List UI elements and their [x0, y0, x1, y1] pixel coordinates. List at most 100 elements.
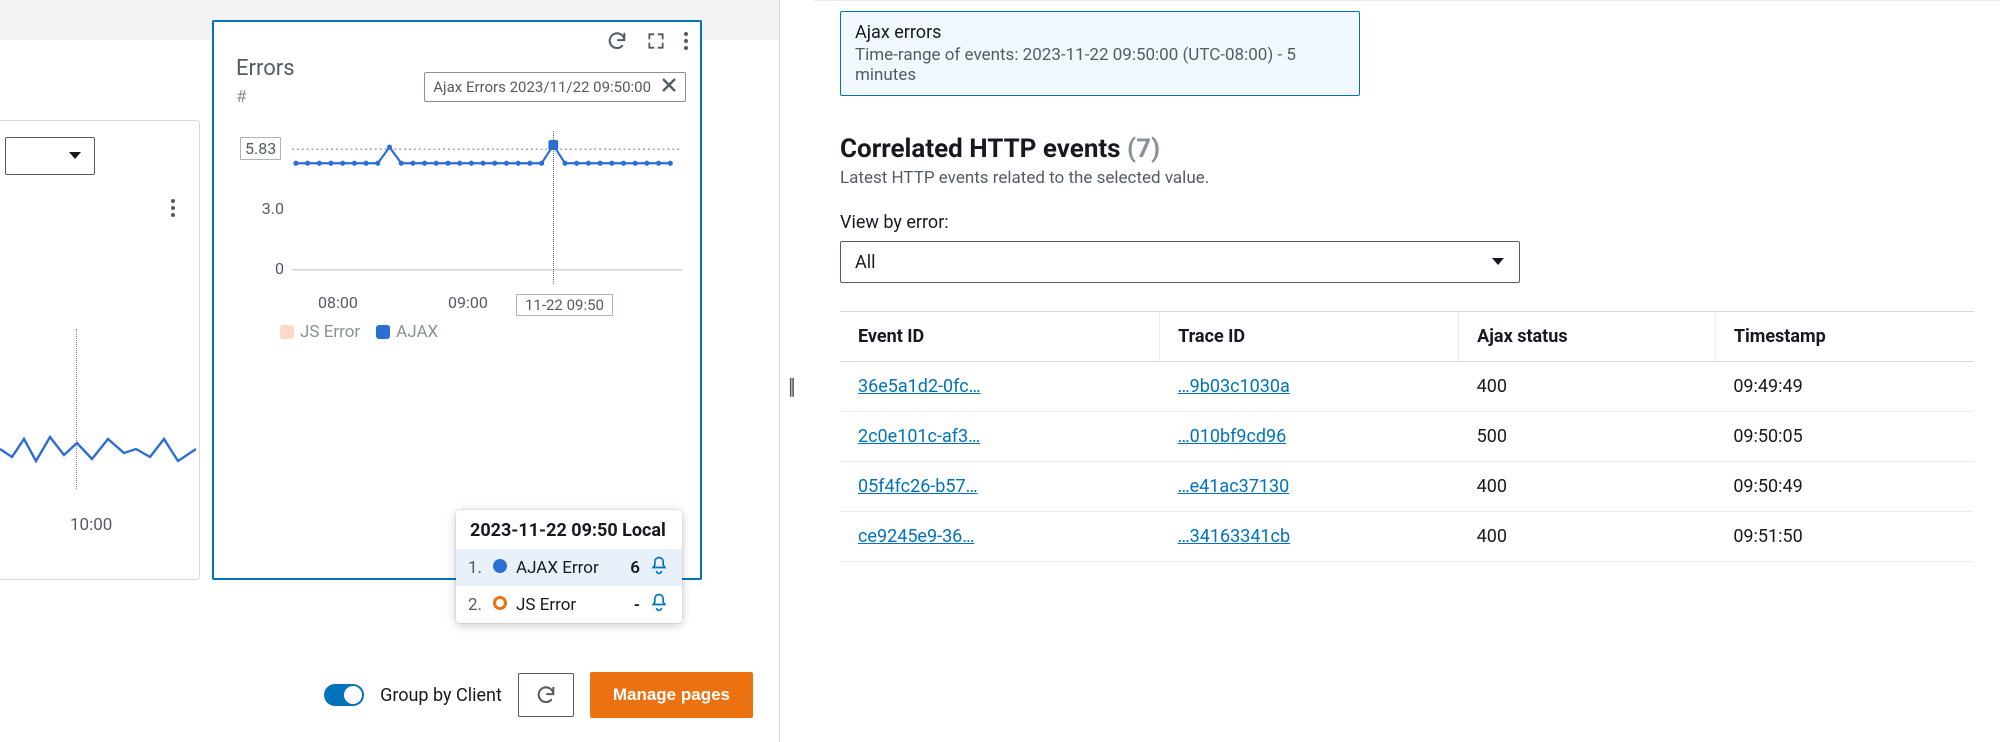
- chip-clear-button[interactable]: [661, 77, 677, 97]
- event-id-link[interactable]: ce9245e9-36…: [858, 526, 974, 547]
- selected-time-label: 11-22 09:50: [516, 294, 613, 316]
- series-marker: [492, 595, 508, 615]
- timestamp: 09:50:05: [1715, 412, 1974, 462]
- right-panel: Ajax errors Time-range of events: 2023-1…: [814, 0, 2000, 742]
- manage-pages-button[interactable]: Manage pages: [590, 672, 753, 718]
- section-title-text: Correlated HTTP events: [840, 134, 1121, 164]
- ajax-status: 400: [1459, 362, 1716, 412]
- timestamp: 09:50:49: [1715, 462, 1974, 512]
- card-actions: [606, 30, 688, 52]
- series-name: AJAX Error: [516, 558, 610, 578]
- row-index: 1.: [468, 558, 484, 578]
- active-filter-chip[interactable]: Ajax Errors 2023/11/22 09:50:00: [424, 72, 686, 102]
- col-timestamp[interactable]: Timestamp: [1715, 312, 1974, 362]
- table-row: 05f4fc26-b57… …e41ac37130 400 09:50:49: [840, 462, 1974, 512]
- event-id-link[interactable]: 05f4fc26-b57…: [858, 476, 978, 497]
- errors-chart-card[interactable]: Errors Ajax Errors 2023/11/22 09:50:00 #…: [212, 20, 702, 580]
- chart-legend: JS Error AJAX: [280, 322, 686, 342]
- y-tick: 3.0: [242, 199, 284, 218]
- col-trace-id[interactable]: Trace ID: [1160, 312, 1459, 362]
- toggle-label: Group by Client: [380, 685, 502, 706]
- bell-icon: [649, 592, 669, 612]
- adjacent-chart-card: 10:00: [0, 120, 200, 580]
- card-menu-button[interactable]: [684, 32, 688, 50]
- col-event-id[interactable]: Event ID: [840, 312, 1160, 362]
- bell-icon: [649, 555, 669, 575]
- timestamp: 09:51:50: [1715, 512, 1974, 562]
- left-panel: 10:00 Errors: [0, 0, 780, 742]
- error-filter-select[interactable]: All: [840, 241, 1520, 283]
- table-header-row: Event ID Trace ID Ajax status Timestamp: [840, 312, 1974, 362]
- kebab-icon: [171, 199, 175, 217]
- line-chart: [292, 131, 682, 284]
- legend-item[interactable]: AJAX: [376, 322, 438, 342]
- kebab-icon: [684, 32, 688, 50]
- info-title: Ajax errors: [855, 22, 1345, 43]
- create-alarm-button[interactable]: [648, 555, 670, 580]
- card-menu-button[interactable]: [171, 189, 175, 217]
- expand-icon: [646, 31, 666, 51]
- group-by-client-toggle[interactable]: [324, 684, 364, 706]
- tooltip-title: 2023-11-22 09:50 Local: [456, 510, 682, 549]
- close-icon: [661, 77, 677, 93]
- panel-resizer[interactable]: ||: [780, 0, 814, 742]
- ajax-status: 500: [1459, 412, 1716, 462]
- legend-swatch: [376, 325, 390, 339]
- section-title: Correlated HTTP events (7): [840, 134, 1974, 164]
- select-value: All: [855, 252, 876, 273]
- legend-label: AJAX: [396, 322, 438, 342]
- event-id-link[interactable]: 36e5a1d2-0fc…: [858, 376, 981, 397]
- filter-label: View by error:: [840, 212, 1974, 233]
- refresh-button[interactable]: [518, 673, 574, 717]
- chip-label: Ajax Errors 2023/11/22 09:50:00: [433, 78, 651, 96]
- charts-row: 10:00 Errors: [0, 40, 779, 580]
- ajax-status: 400: [1459, 512, 1716, 562]
- chart-area[interactable]: 5.83 3.0 0: [236, 131, 686, 316]
- left-content: 10:00 Errors: [0, 0, 779, 580]
- app-root: 10:00 Errors: [0, 0, 2000, 742]
- trace-id-link[interactable]: …9b03c1030a: [1178, 376, 1290, 397]
- refresh-icon: [606, 30, 628, 52]
- selection-info-box: Ajax errors Time-range of events: 2023-1…: [840, 11, 1360, 96]
- series-marker: [492, 558, 508, 578]
- tooltip-row[interactable]: 2. JS Error -: [456, 586, 682, 623]
- bottom-toolbar: Group by Client Manage pages: [324, 672, 753, 718]
- section-subtitle: Latest HTTP events related to the select…: [840, 168, 1974, 188]
- series-value: -: [618, 595, 640, 615]
- legend-label: JS Error: [300, 322, 360, 342]
- legend-item[interactable]: JS Error: [280, 322, 360, 342]
- trace-id-link[interactable]: …e41ac37130: [1178, 476, 1290, 497]
- table-row: ce9245e9-36… …34163341cb 400 09:51:50: [840, 512, 1974, 562]
- events-table: Event ID Trace ID Ajax status Timestamp …: [840, 311, 1974, 562]
- table-row: 36e5a1d2-0fc… …9b03c1030a 400 09:49:49: [840, 362, 1974, 412]
- ajax-status: 400: [1459, 462, 1716, 512]
- section-count: (7): [1127, 134, 1160, 164]
- event-id-link[interactable]: 2c0e101c-af3…: [858, 426, 980, 447]
- refresh-icon: [535, 684, 557, 706]
- caret-down-icon: [68, 151, 82, 161]
- caret-down-icon: [1491, 257, 1505, 267]
- expand-button[interactable]: [646, 31, 666, 51]
- create-alarm-button[interactable]: [648, 592, 670, 617]
- series-value: 6: [618, 558, 640, 578]
- plot: [292, 131, 682, 284]
- row-index: 2.: [468, 595, 484, 615]
- time-cursor: [553, 131, 554, 284]
- y-tick: 0: [242, 259, 284, 278]
- col-ajax-status[interactable]: Ajax status: [1459, 312, 1716, 362]
- y-tick: 5.83: [240, 137, 281, 160]
- refresh-button[interactable]: [606, 30, 628, 52]
- legend-swatch: [280, 325, 294, 339]
- series-name: JS Error: [516, 595, 610, 615]
- active-filter-chip-row: Ajax Errors 2023/11/22 09:50:00: [424, 72, 686, 102]
- table-row: 2c0e101c-af3… …010bf9cd96 500 09:50:05: [840, 412, 1974, 462]
- x-tick: 08:00: [318, 293, 358, 312]
- info-subtitle: Time-range of events: 2023-11-22 09:50:0…: [855, 45, 1345, 85]
- sparkline: [0, 409, 196, 489]
- x-tick: 09:00: [448, 293, 488, 312]
- x-tick-label: 10:00: [70, 515, 112, 535]
- trace-id-link[interactable]: …34163341cb: [1178, 526, 1291, 547]
- trace-id-link[interactable]: …010bf9cd96: [1178, 426, 1287, 447]
- tooltip-row[interactable]: 1. AJAX Error 6: [456, 549, 682, 586]
- metric-select[interactable]: [5, 137, 95, 175]
